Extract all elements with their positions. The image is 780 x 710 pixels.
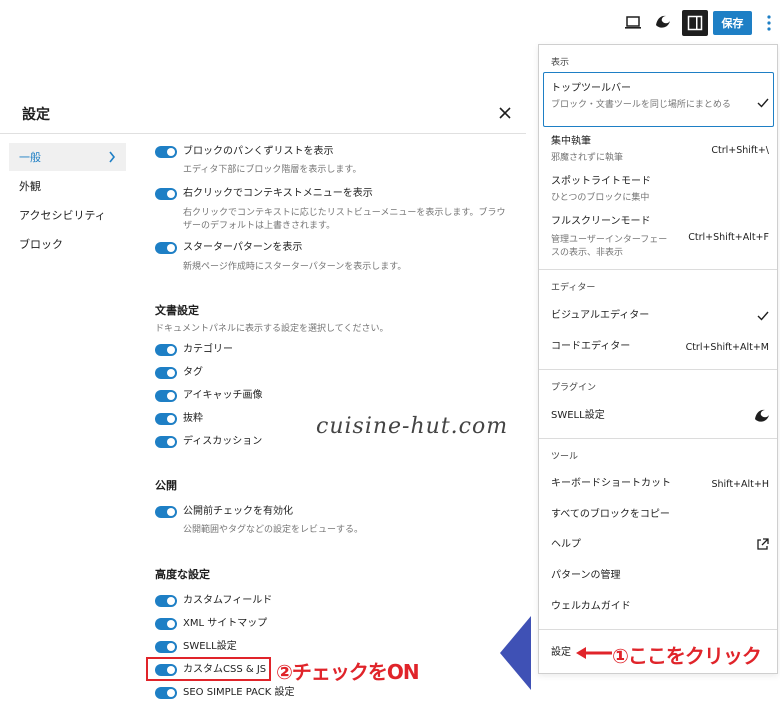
option-label: スターターパターンを表示 [183, 242, 303, 253]
option-label: カテゴリー [183, 344, 233, 355]
option-label: 右クリックでコンテキストメニューを表示 [183, 188, 373, 199]
section-heading-publish: 公開 [155, 479, 177, 492]
nav-item-accessibility[interactable]: アクセシビリティ [9, 201, 126, 229]
nav-item-label: 一般 [19, 151, 41, 164]
menu-shortcut: Shift+Alt+H [711, 479, 769, 490]
menu-shortcut: Ctrl+Shift+Alt+F [688, 232, 769, 243]
toggle-tags[interactable] [155, 367, 177, 379]
option-label: タグ [183, 367, 203, 378]
option-label: アイキャッチ画像 [183, 390, 263, 401]
menu-item-distraction-free[interactable]: 集中執筆 [551, 136, 591, 148]
option-help: エディタ下部にブロック階層を表示します。 [183, 165, 362, 175]
menu-item-manage-patterns[interactable]: パターンの管理 [551, 570, 621, 582]
menu-item-code-editor[interactable]: コードエディター [551, 341, 630, 353]
save-button[interactable]: 保存 [713, 11, 752, 35]
menu-item-label: トップツールバー [551, 83, 631, 94]
menu-item-welcome-guide[interactable]: ウェルカムガイド [551, 601, 631, 613]
menu-separator [539, 438, 777, 439]
menu-item-spotlight-mode[interactable]: スポットライトモード [551, 176, 651, 188]
annotation-step2: ②チェックをON [276, 660, 420, 684]
option-label: カスタムフィールド [183, 595, 273, 606]
option-label: SEO SIMPLE PACK 設定 [183, 687, 295, 698]
option-label: 公開前チェックを有効化 [183, 506, 293, 517]
toggle-featured-image[interactable] [155, 390, 177, 402]
toggle-xml-sitemap[interactable] [155, 618, 177, 630]
annotation-step1: ①ここをクリック [612, 644, 762, 668]
red-arrow-icon [576, 647, 612, 659]
sidebar-toggle-icon[interactable] [682, 10, 708, 36]
laptop-icon[interactable] [623, 13, 643, 33]
toggle-discussion[interactable] [155, 436, 177, 448]
toggle-excerpt[interactable] [155, 413, 177, 425]
option-label: 抜粋 [183, 413, 203, 424]
option-help: 新規ページ作成時にスターターパターンを表示します。 [183, 262, 407, 272]
menu-item-swell-settings[interactable]: SWELL設定 [551, 410, 605, 422]
toggle-seo-simple-pack[interactable] [155, 687, 177, 699]
check-icon [757, 98, 769, 108]
menu-group-label: エディター [551, 283, 596, 293]
option-label: SWELL設定 [183, 641, 237, 652]
menu-shortcut: Ctrl+Shift+\ [711, 145, 769, 156]
nav-item-blocks[interactable]: ブロック [9, 230, 126, 258]
external-link-icon [757, 538, 769, 550]
menu-group-label: 表示 [551, 58, 570, 68]
kebab-menu-icon[interactable] [762, 12, 776, 34]
menu-separator [539, 369, 777, 370]
toggle-swell-settings[interactable] [155, 641, 177, 653]
options-menu: 表示 トップツールバー ブロック・文書ツールを同じ場所にまとめる 集中執筆 邪魔… [538, 44, 778, 674]
toggle-starter-patterns[interactable] [155, 242, 177, 254]
menu-shortcut: Ctrl+Shift+Alt+M [685, 342, 769, 353]
menu-item-help-link[interactable]: ヘルプ [551, 539, 581, 551]
swell-icon[interactable] [653, 12, 673, 32]
swell-icon [755, 409, 769, 422]
menu-item-copy-all-blocks[interactable]: すべてのブロックをコピー [551, 509, 670, 521]
menu-item-help: ブロック・文書ツールを同じ場所にまとめる [551, 100, 731, 110]
menu-item-help: 管理ユーザーインターフェー [551, 235, 668, 245]
menu-item-preferences[interactable]: 設定 [551, 647, 571, 659]
big-arrow-icon [500, 616, 531, 690]
menu-group-label: ツール [551, 452, 579, 462]
watermark: cuisine-hut.com [316, 414, 509, 439]
menu-separator [539, 269, 777, 270]
menu-item-help: 邪魔されずに執筆 [551, 153, 624, 163]
check-icon [757, 311, 769, 321]
menu-item-fullscreen-mode[interactable]: フルスクリーンモード [551, 216, 651, 228]
section-heading-advanced: 高度な設定 [155, 568, 210, 581]
option-label: ディスカッション [183, 436, 263, 447]
modal-title: 設定 [22, 107, 50, 123]
chevron-right-icon [109, 151, 116, 163]
menu-separator [539, 629, 777, 630]
nav-item-general[interactable]: 一般 [9, 143, 126, 171]
menu-item-help: ひとつのブロックに集中 [551, 193, 650, 203]
option-label: ブロックのパンくずリストを表示 [183, 146, 334, 157]
highlight-box [146, 657, 271, 681]
menu-item-help: スの表示、非表示 [551, 248, 624, 258]
option-help: 公開範囲やタグなどの設定をレビューする。 [183, 525, 364, 535]
menu-item-visual-editor[interactable]: ビジュアルエディター [551, 310, 649, 322]
option-help: 右クリックでコンテキストに応じたリストビューメニューを表示します。ブラウザーのデ… [183, 208, 506, 231]
option-label: XML サイトマップ [183, 618, 268, 629]
toggle-prepublish-checks[interactable] [155, 506, 177, 518]
close-icon[interactable] [496, 104, 514, 122]
menu-item-keyboard-shortcuts[interactable]: キーボードショートカット [551, 478, 671, 490]
nav-item-appearance[interactable]: 外観 [9, 172, 126, 200]
modal-divider [0, 133, 526, 134]
toggle-custom-fields[interactable] [155, 595, 177, 607]
section-heading-document: 文書設定 [155, 304, 199, 317]
toggle-context-menu[interactable] [155, 188, 177, 200]
section-help: ドキュメントパネルに表示する設定を選択してください。 [155, 324, 389, 334]
toggle-breadcrumbs[interactable] [155, 146, 177, 158]
toggle-categories[interactable] [155, 344, 177, 356]
menu-group-label: プラグイン [551, 383, 597, 393]
